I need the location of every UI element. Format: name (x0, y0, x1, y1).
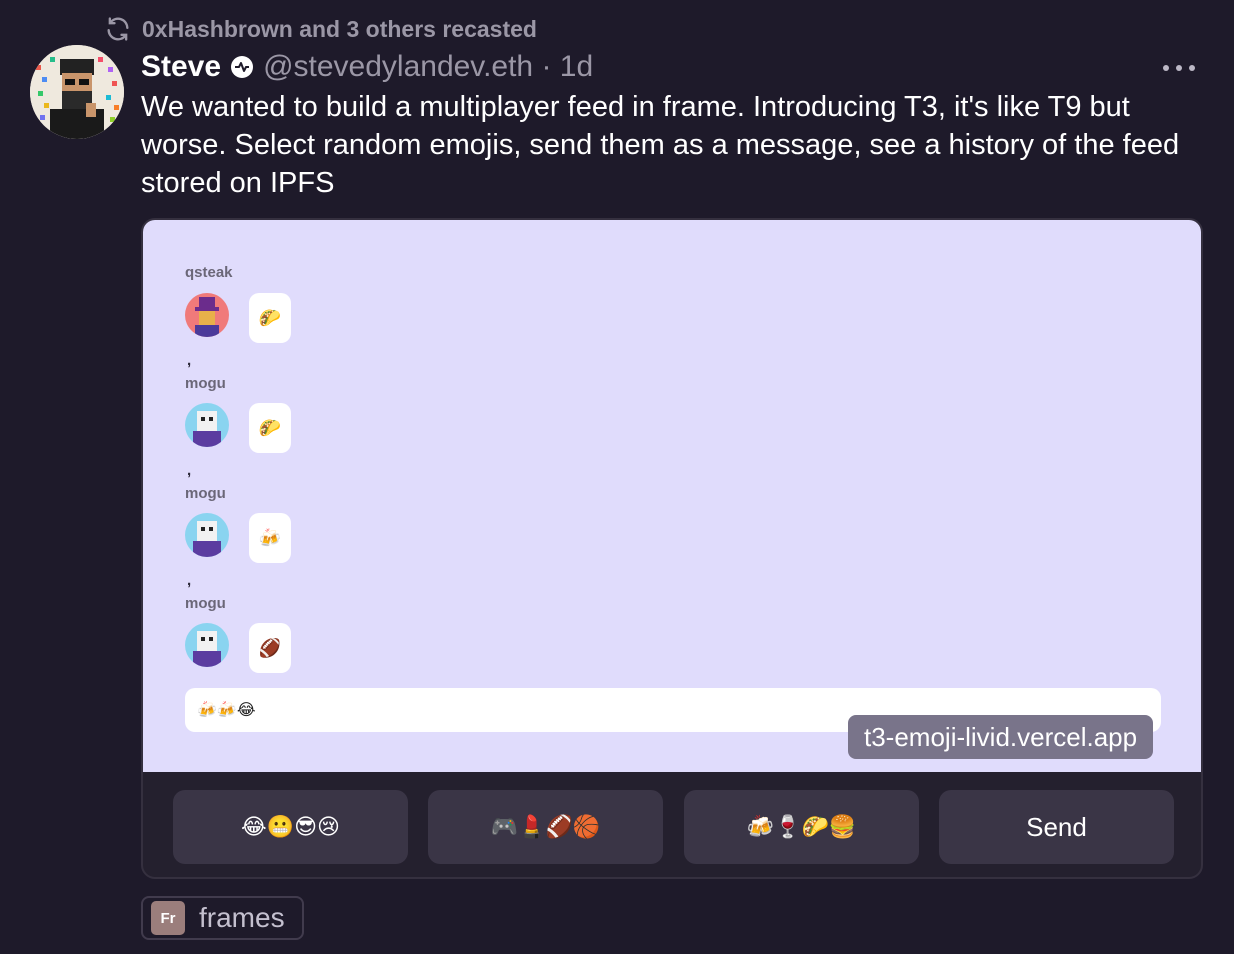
send-button-label: Send (1026, 811, 1087, 842)
message-username: mogu (185, 485, 226, 502)
message-username: mogu (185, 595, 226, 612)
cast-text: We wanted to build a multiplayer feed in… (141, 91, 1180, 199)
message-username: qsteak (185, 264, 233, 281)
message-username: mogu (185, 375, 226, 392)
message-separator: , (187, 352, 192, 369)
cast-header: Steve @stevedylandev.eth · 1d (141, 46, 593, 88)
recast-indicator[interactable]: 0xHashbrown and 3 others recasted (104, 14, 537, 44)
author-handle-and-time[interactable]: @stevedylandev.eth · 1d (263, 50, 593, 84)
frame-image[interactable]: qsteak 🌮 , mogu 🌮 , mogu 🍻 , mogu 🏈 🍻🍻😂 … (143, 220, 1201, 772)
message-emoji: 🏈 (249, 623, 291, 673)
channel-label: frames (199, 902, 285, 933)
frame-button-label: 🎮💄🏈🏀 (490, 814, 601, 839)
message-separator: , (187, 572, 192, 589)
author-avatar[interactable] (30, 45, 124, 139)
message-emoji: 🍻 (249, 513, 291, 563)
message-avatar (185, 623, 229, 667)
recast-icon (107, 17, 129, 41)
message-emoji: 🌮 (249, 293, 291, 343)
frame-button-label: 🍻🍷🌮🍔 (746, 814, 857, 839)
frame-button-activities[interactable]: 🎮💄🏈🏀 (428, 790, 663, 864)
message-emoji: 🌮 (249, 403, 291, 453)
send-button[interactable]: Send (939, 790, 1174, 864)
message-avatar (185, 403, 229, 447)
more-options-icon[interactable] (1163, 58, 1203, 78)
frame-button-faces[interactable]: 😂😬😎😢 (173, 790, 408, 864)
frame-button-label: 😂😬😎😢 (241, 814, 340, 839)
power-badge-icon (231, 56, 254, 78)
frame-url-chip[interactable]: t3-emoji-livid.vercel.app (848, 715, 1154, 759)
message-avatar (185, 293, 229, 337)
channel-tag[interactable]: Fr frames (141, 896, 304, 940)
recast-text: 0xHashbrown and 3 others recasted (142, 15, 537, 42)
frame-button-food[interactable]: 🍻🍷🌮🍔 (684, 790, 919, 864)
author-name[interactable]: Steve (141, 50, 221, 84)
channel-icon: Fr (151, 901, 185, 935)
frame-embed: qsteak 🌮 , mogu 🌮 , mogu 🍻 , mogu 🏈 🍻🍻😂 … (141, 218, 1203, 879)
message-avatar (185, 513, 229, 557)
message-separator: , (187, 462, 192, 479)
